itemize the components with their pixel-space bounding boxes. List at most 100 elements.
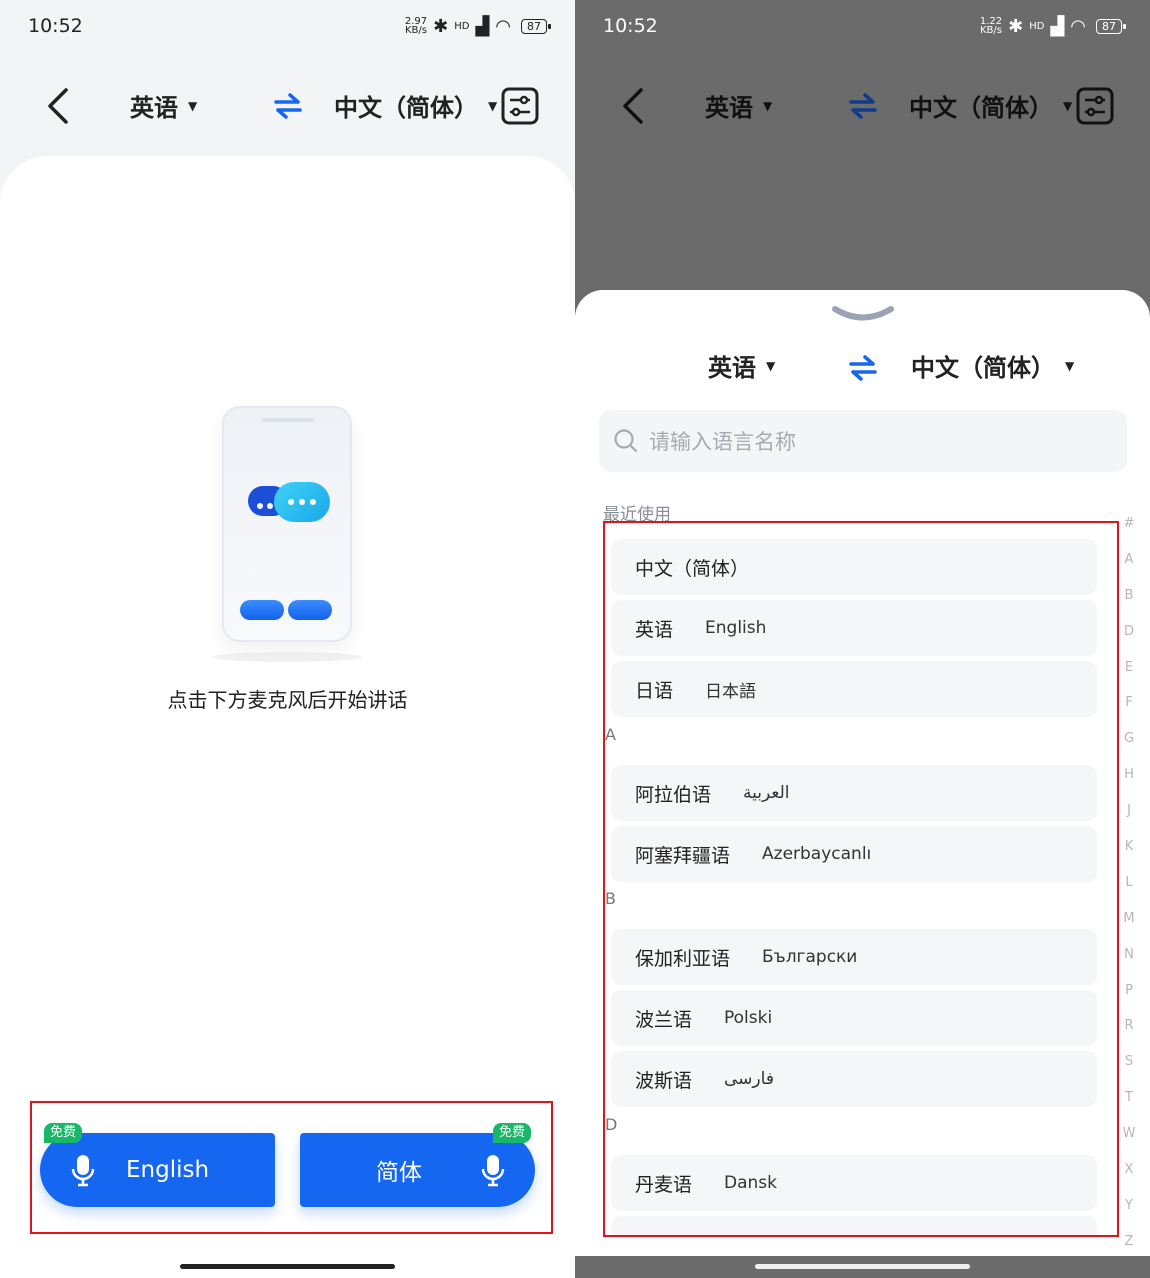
english-mic-label: English [126,1157,210,1183]
top-bar: 英语 ▼ 中文（简体） ▼ [0,70,575,142]
language-name: 波兰语 [635,1008,693,1031]
alphabet-index[interactable]: # A B D E F G H J K L M N P R S T W X Y Z [1122,514,1136,1256]
index-letter[interactable]: H [1124,765,1134,801]
index-letter[interactable]: A [1125,550,1134,586]
settings-sliders-icon[interactable] [500,86,540,126]
illustration-shadow [212,652,362,662]
status-time: 10:52 [603,15,658,37]
index-letter[interactable]: R [1124,1016,1133,1052]
dropdown-caret-icon: ▼ [1063,98,1073,113]
language-native-name: فارسی [724,1069,774,1089]
sheet-target-language[interactable]: 中文（简体） ▼ [911,348,1074,383]
section-header-d: D [605,1115,618,1134]
language-native-name: العربية [743,783,790,803]
language-native-name: Български [762,947,858,967]
language-item-persian[interactable]: 波斯语 فارسی [611,1051,1097,1107]
collapse-chevron-icon[interactable] [831,304,895,324]
target-language-selector: 中文（简体） ▼ [909,88,1072,123]
hd-label: HD [454,20,470,32]
language-item-polish[interactable]: 波兰语 Polski [611,990,1097,1046]
index-letter[interactable]: N [1124,945,1134,981]
index-letter[interactable]: P [1125,981,1133,1017]
section-header-a: A [605,725,616,744]
back-arrow-icon[interactable] [40,84,80,128]
index-letter[interactable]: Z [1125,1232,1134,1256]
hd-label: HD [1029,20,1045,32]
language-name: 保加利亚语 [635,947,731,970]
language-item-english[interactable]: 英语 English [611,600,1097,656]
language-native-name: Polski [724,1008,773,1028]
status-icons: 1.22 KB/s ✱ HD ▟ ◠ 87 [980,15,1126,37]
phone-illustration-button [288,600,332,620]
language-search-input[interactable]: 请输入语言名称 [599,410,1127,472]
language-native-name: English [705,618,767,638]
free-badge: 免费 [493,1123,532,1143]
search-icon [614,429,638,453]
free-badge: 免费 [44,1123,83,1143]
status-bar: 10:52 2.97 KB/s ✱ HD ▟ ◠ 87 [0,0,575,52]
microphone-icon [71,1155,95,1187]
english-mic-button[interactable]: English [40,1133,275,1207]
language-list: 中文（简体） 英语 English 日语 日本語 A 阿拉伯语 العربية … [603,521,1119,1237]
index-letter[interactable]: S [1125,1052,1133,1088]
microphone-icon [481,1155,505,1187]
chinese-mic-button[interactable]: 简体 [300,1133,535,1207]
dropdown-caret-icon: ▼ [188,98,198,113]
sheet-source-language[interactable]: 英语 ▼ [708,348,775,383]
status-icons: 2.97 KB/s ✱ HD ▟ ◠ 87 [404,15,551,37]
start-speaking-hint: 点击下方麦克风后开始讲话 [167,688,408,712]
language-name: 阿拉伯语 [635,783,712,806]
index-letter[interactable]: J [1127,801,1131,837]
top-bar-dimmed: 英语 ▼ 中文（简体） ▼ [575,70,1150,142]
chat-bubble-icon [274,482,330,522]
index-letter[interactable]: M [1123,909,1134,945]
index-letter[interactable]: E [1125,658,1133,694]
wifi-icon: ◠ [1070,15,1086,37]
language-picker-screen: 10:52 1.22 KB/s ✱ HD ▟ ◠ 87 英语 ▼ 中文（简体） ▼… [575,0,1150,1278]
translator-screen: 10:52 2.97 KB/s ✱ HD ▟ ◠ 87 英语 ▼ 中文（简体） ▼… [0,0,575,1278]
index-letter[interactable]: Y [1125,1196,1133,1232]
dropdown-caret-icon: ▼ [488,98,498,113]
language-name: 丹麦语 [635,1173,693,1196]
source-language-selector[interactable]: 英语 ▼ [130,88,197,123]
index-letter[interactable]: L [1125,873,1132,909]
home-indicator [755,1264,970,1269]
language-item-bulgarian[interactable]: 保加利亚语 Български [611,929,1097,985]
signal-icon: ▟ [475,15,490,37]
dropdown-caret-icon: ▼ [763,98,773,113]
language-picker-sheet: 英语 ▼ 中文（简体） ▼ 请输入语言名称 最近使用 中文（简体） 英语 Eng… [575,290,1150,1256]
phone-illustration [222,406,352,642]
index-letter[interactable]: K [1125,837,1134,873]
index-letter[interactable]: B [1125,586,1134,622]
network-speed-unit: KB/s [404,25,427,36]
index-letter[interactable]: T [1125,1088,1133,1124]
settings-sliders-icon [1076,87,1114,125]
dropdown-caret-icon: ▼ [1065,358,1075,373]
language-item-japanese[interactable]: 日语 日本語 [611,661,1097,717]
search-placeholder: 请输入语言名称 [649,430,796,454]
wifi-icon: ◠ [495,15,511,37]
index-letter[interactable]: G [1124,729,1134,765]
language-item-danish[interactable]: 丹麦语 Dansk [611,1155,1097,1211]
index-letter[interactable]: # [1124,514,1135,550]
swap-languages-icon[interactable] [847,354,879,382]
swap-languages-icon[interactable] [272,92,304,120]
index-letter[interactable]: F [1125,693,1132,729]
swap-languages-icon [849,93,877,119]
status-time: 10:52 [28,15,83,37]
language-item-arabic[interactable]: 阿拉伯语 العربية [611,765,1097,821]
signal-icon: ▟ [1050,15,1065,37]
index-letter[interactable]: X [1125,1160,1134,1196]
language-item-partial[interactable] [611,1216,1097,1235]
language-item-chinese-simplified[interactable]: 中文（简体） [611,539,1097,595]
target-language-selector[interactable]: 中文（简体） ▼ [334,88,497,123]
language-name: 阿塞拜疆语 [635,844,731,867]
home-indicator [180,1264,395,1269]
language-name: 日语 [635,679,674,702]
language-name: 中文（简体） [635,557,750,580]
index-letter[interactable]: D [1124,622,1134,658]
status-bar: 10:52 1.22 KB/s ✱ HD ▟ ◠ 87 [575,0,1150,52]
index-letter[interactable]: W [1123,1124,1136,1160]
language-item-azerbaijani[interactable]: 阿塞拜疆语 Azerbaycanlı [611,826,1097,882]
sheet-source-label: 英语 [708,354,756,382]
